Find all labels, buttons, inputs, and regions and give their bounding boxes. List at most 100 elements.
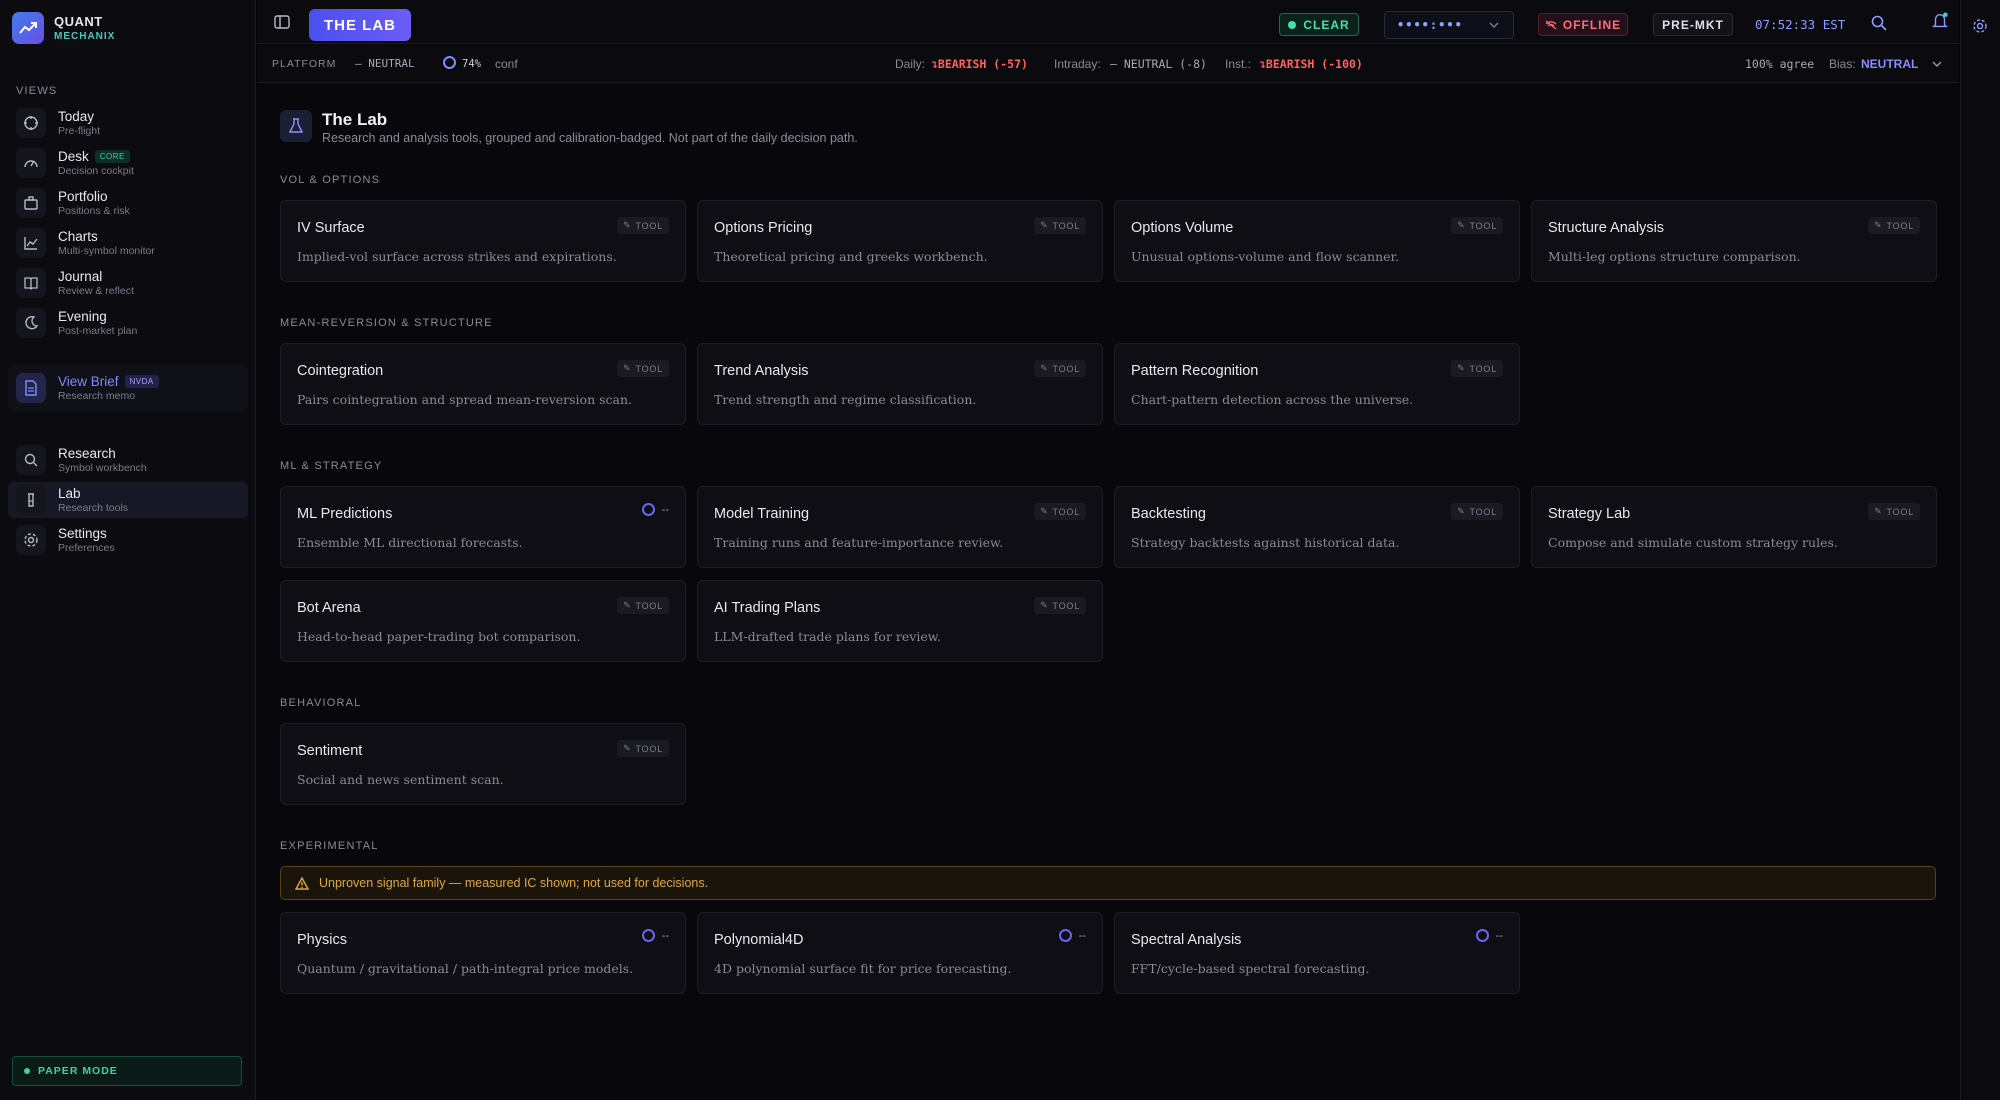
tool-card-options-pricing[interactable]: Options Pricing ✎ TOOL Theoretical pricin… xyxy=(697,200,1103,282)
tool-badge-label: TOOL xyxy=(1052,220,1080,231)
card-description: LLM-drafted trade plans for review. xyxy=(714,629,941,644)
tool-card-polynomial4d[interactable]: Polynomial4D -- 4D polynomial surface fi… xyxy=(697,912,1103,994)
account-selector[interactable]: ••••:••• xyxy=(1384,11,1514,39)
card-title: Cointegration xyxy=(297,363,384,379)
calibration-ring-icon xyxy=(641,929,655,942)
section-label-mean-reversion: MEAN-REVERSION & STRUCTURE xyxy=(280,317,493,329)
tool-card-trend-analysis[interactable]: Trend Analysis ✎ TOOL Trend strength and … xyxy=(697,343,1103,425)
tool-card-cointegration[interactable]: Cointegration ✎ TOOL Pairs cointegration … xyxy=(280,343,686,425)
sidebar-item-sub: Multi-symbol monitor xyxy=(58,245,155,257)
platform-label: PLATFORM xyxy=(272,58,337,70)
tool-badge: ✎ TOOL xyxy=(1451,503,1503,520)
sidebar-item-lab[interactable]: Lab Research tools xyxy=(8,482,248,518)
tool-badge-label: TOOL xyxy=(635,600,663,611)
tool-badge-label: TOOL xyxy=(635,743,663,754)
card-description: Strategy backtests against historical da… xyxy=(1131,535,1400,550)
clear-label: CLEAR xyxy=(1303,17,1350,32)
document-icon xyxy=(16,373,46,403)
wrench-icon: ✎ xyxy=(1040,220,1049,230)
signal-status-bar: PLATFORM — NEUTRAL 74% conf Daily: ↴BEAR… xyxy=(257,45,1959,83)
sidebar-item-journal[interactable]: Journal Review & reflect xyxy=(8,265,248,301)
sidebar-item-charts[interactable]: Charts Multi-symbol monitor xyxy=(8,225,248,261)
card-title: Options Pricing xyxy=(714,220,813,236)
wrench-icon: ✎ xyxy=(1040,506,1049,516)
card-description: Social and news sentiment scan. xyxy=(297,772,504,787)
card-description: Chart-pattern detection across the unive… xyxy=(1131,392,1414,407)
paper-mode-indicator: PAPER MODE xyxy=(12,1056,242,1086)
card-description: Ensemble ML directional forecasts. xyxy=(297,535,523,550)
tool-card-structure-analysis[interactable]: Structure Analysis ✎ TOOL Multi-leg optio… xyxy=(1531,200,1937,282)
settings-icon[interactable] xyxy=(1972,18,1988,34)
card-description: Unusual options-volume and flow scanner. xyxy=(1131,249,1400,264)
sidebar: QUANT MECHANIX VIEWS Today Pre-flight Des… xyxy=(0,0,256,1100)
sidebar-item-label: Desk xyxy=(58,149,89,164)
calibration-value: -- xyxy=(1078,929,1086,942)
sidebar-item-today[interactable]: Today Pre-flight xyxy=(8,105,248,141)
sidebar-item-label: Evening xyxy=(58,309,107,324)
sidebar-item-desk[interactable]: Desk CORE Decision cockpit xyxy=(8,145,248,181)
card-description: Multi-leg options structure comparison. xyxy=(1548,249,1801,264)
offline-label: OFFLINE xyxy=(1562,17,1622,32)
right-rail xyxy=(1960,0,2000,1100)
calibration-badge: -- xyxy=(1475,929,1503,942)
tool-card-ai-trading-plans[interactable]: AI Trading Plans ✎ TOOL LLM-drafted trade… xyxy=(697,580,1103,662)
tool-card-pattern-recognition[interactable]: Pattern Recognition ✎ TOOL Chart-pattern … xyxy=(1114,343,1520,425)
tool-card-strategy-lab[interactable]: Strategy Lab ✎ TOOL Compose and simulate … xyxy=(1531,486,1937,568)
core-badge: CORE xyxy=(94,150,130,163)
section-label-ml: ML & STRATEGY xyxy=(280,460,383,472)
card-description: Training runs and feature-importance rev… xyxy=(714,535,1004,550)
flask-icon xyxy=(280,110,312,142)
card-description: 4D polynomial surface fit for price fore… xyxy=(714,961,1012,976)
wrench-icon: ✎ xyxy=(1040,600,1049,610)
wifi-off-icon xyxy=(1545,19,1557,30)
tool-card-iv-surface[interactable]: IV Surface ✎ TOOL Implied-vol surface acr… xyxy=(280,200,686,282)
chevron-down-icon[interactable] xyxy=(1932,61,1942,68)
sidebar-item-settings[interactable]: Settings Preferences xyxy=(8,522,248,558)
view-brief-button[interactable]: View Brief NVDA Research memo xyxy=(8,364,248,412)
ticker-badge: NVDA xyxy=(124,375,159,388)
card-description: Trend strength and regime classification… xyxy=(714,392,977,407)
warning-icon xyxy=(295,876,309,890)
brand[interactable]: QUANT MECHANIX xyxy=(12,12,115,44)
brand-subname: MECHANIX xyxy=(54,31,116,42)
section-label-behavioral: BEHAVIORAL xyxy=(280,697,362,709)
sidebar-item-research[interactable]: Research Symbol workbench xyxy=(8,442,248,478)
calibration-ring-icon xyxy=(1475,929,1489,942)
bell-icon[interactable] xyxy=(1931,12,1949,30)
sidebar-item-portfolio[interactable]: Portfolio Positions & risk xyxy=(8,185,248,221)
line-chart-icon xyxy=(16,228,46,258)
confidence-percent: 74% xyxy=(462,58,481,70)
tool-card-options-volume[interactable]: Options Volume ✎ TOOL Unusual options-vol… xyxy=(1114,200,1520,282)
offline-badge[interactable]: OFFLINE xyxy=(1538,13,1628,36)
tool-badge: ✎ TOOL xyxy=(1451,360,1503,377)
tool-card-sentiment[interactable]: Sentiment ✎ TOOL Social and news sentimen… xyxy=(280,723,686,805)
tool-card-physics[interactable]: Physics -- Quantum / gravitational / pat… xyxy=(280,912,686,994)
tool-badge-label: TOOL xyxy=(1886,506,1914,517)
card-description: Pairs cointegration and spread mean-reve… xyxy=(297,392,632,407)
card-description: Quantum / gravitational / path-integral … xyxy=(297,961,634,976)
tool-badge: ✎ TOOL xyxy=(1034,503,1086,520)
tool-badge-label: TOOL xyxy=(1886,220,1914,231)
tool-badge: ✎ TOOL xyxy=(1868,503,1920,520)
card-title: Model Training xyxy=(714,506,810,522)
card-title: ML Predictions xyxy=(297,506,393,522)
moon-icon xyxy=(16,308,46,338)
card-title: Spectral Analysis xyxy=(1131,932,1242,948)
search-icon[interactable] xyxy=(1870,14,1888,32)
trend-up-icon xyxy=(12,12,44,44)
page-title: The Lab xyxy=(322,110,388,129)
tool-card-spectral-analysis[interactable]: Spectral Analysis -- FFT/cycle-based spe… xyxy=(1114,912,1520,994)
sidebar-item-sub: Research tools xyxy=(58,502,129,514)
tool-card-bot-arena[interactable]: Bot Arena ✎ TOOL Head-to-head paper-tradi… xyxy=(280,580,686,662)
clear-status-badge[interactable]: CLEAR xyxy=(1279,13,1359,36)
current-view-pill[interactable]: THE LAB xyxy=(309,9,411,41)
sidebar-item-evening[interactable]: Evening Post-market plan xyxy=(8,305,248,341)
wrench-icon: ✎ xyxy=(1874,220,1883,230)
warning-text: Unproven signal family — measured IC sho… xyxy=(319,876,709,890)
sidebar-toggle-icon[interactable] xyxy=(274,15,290,29)
section-label-vol: VOL & OPTIONS xyxy=(280,174,381,186)
sidebar-item-label: Today xyxy=(58,109,95,124)
tool-card-model-training[interactable]: Model Training ✎ TOOL Training runs and f… xyxy=(697,486,1103,568)
tool-card-ml-predictions[interactable]: ML Predictions -- Ensemble ML directiona… xyxy=(280,486,686,568)
tool-card-backtesting[interactable]: Backtesting ✎ TOOL Strategy backtests aga… xyxy=(1114,486,1520,568)
